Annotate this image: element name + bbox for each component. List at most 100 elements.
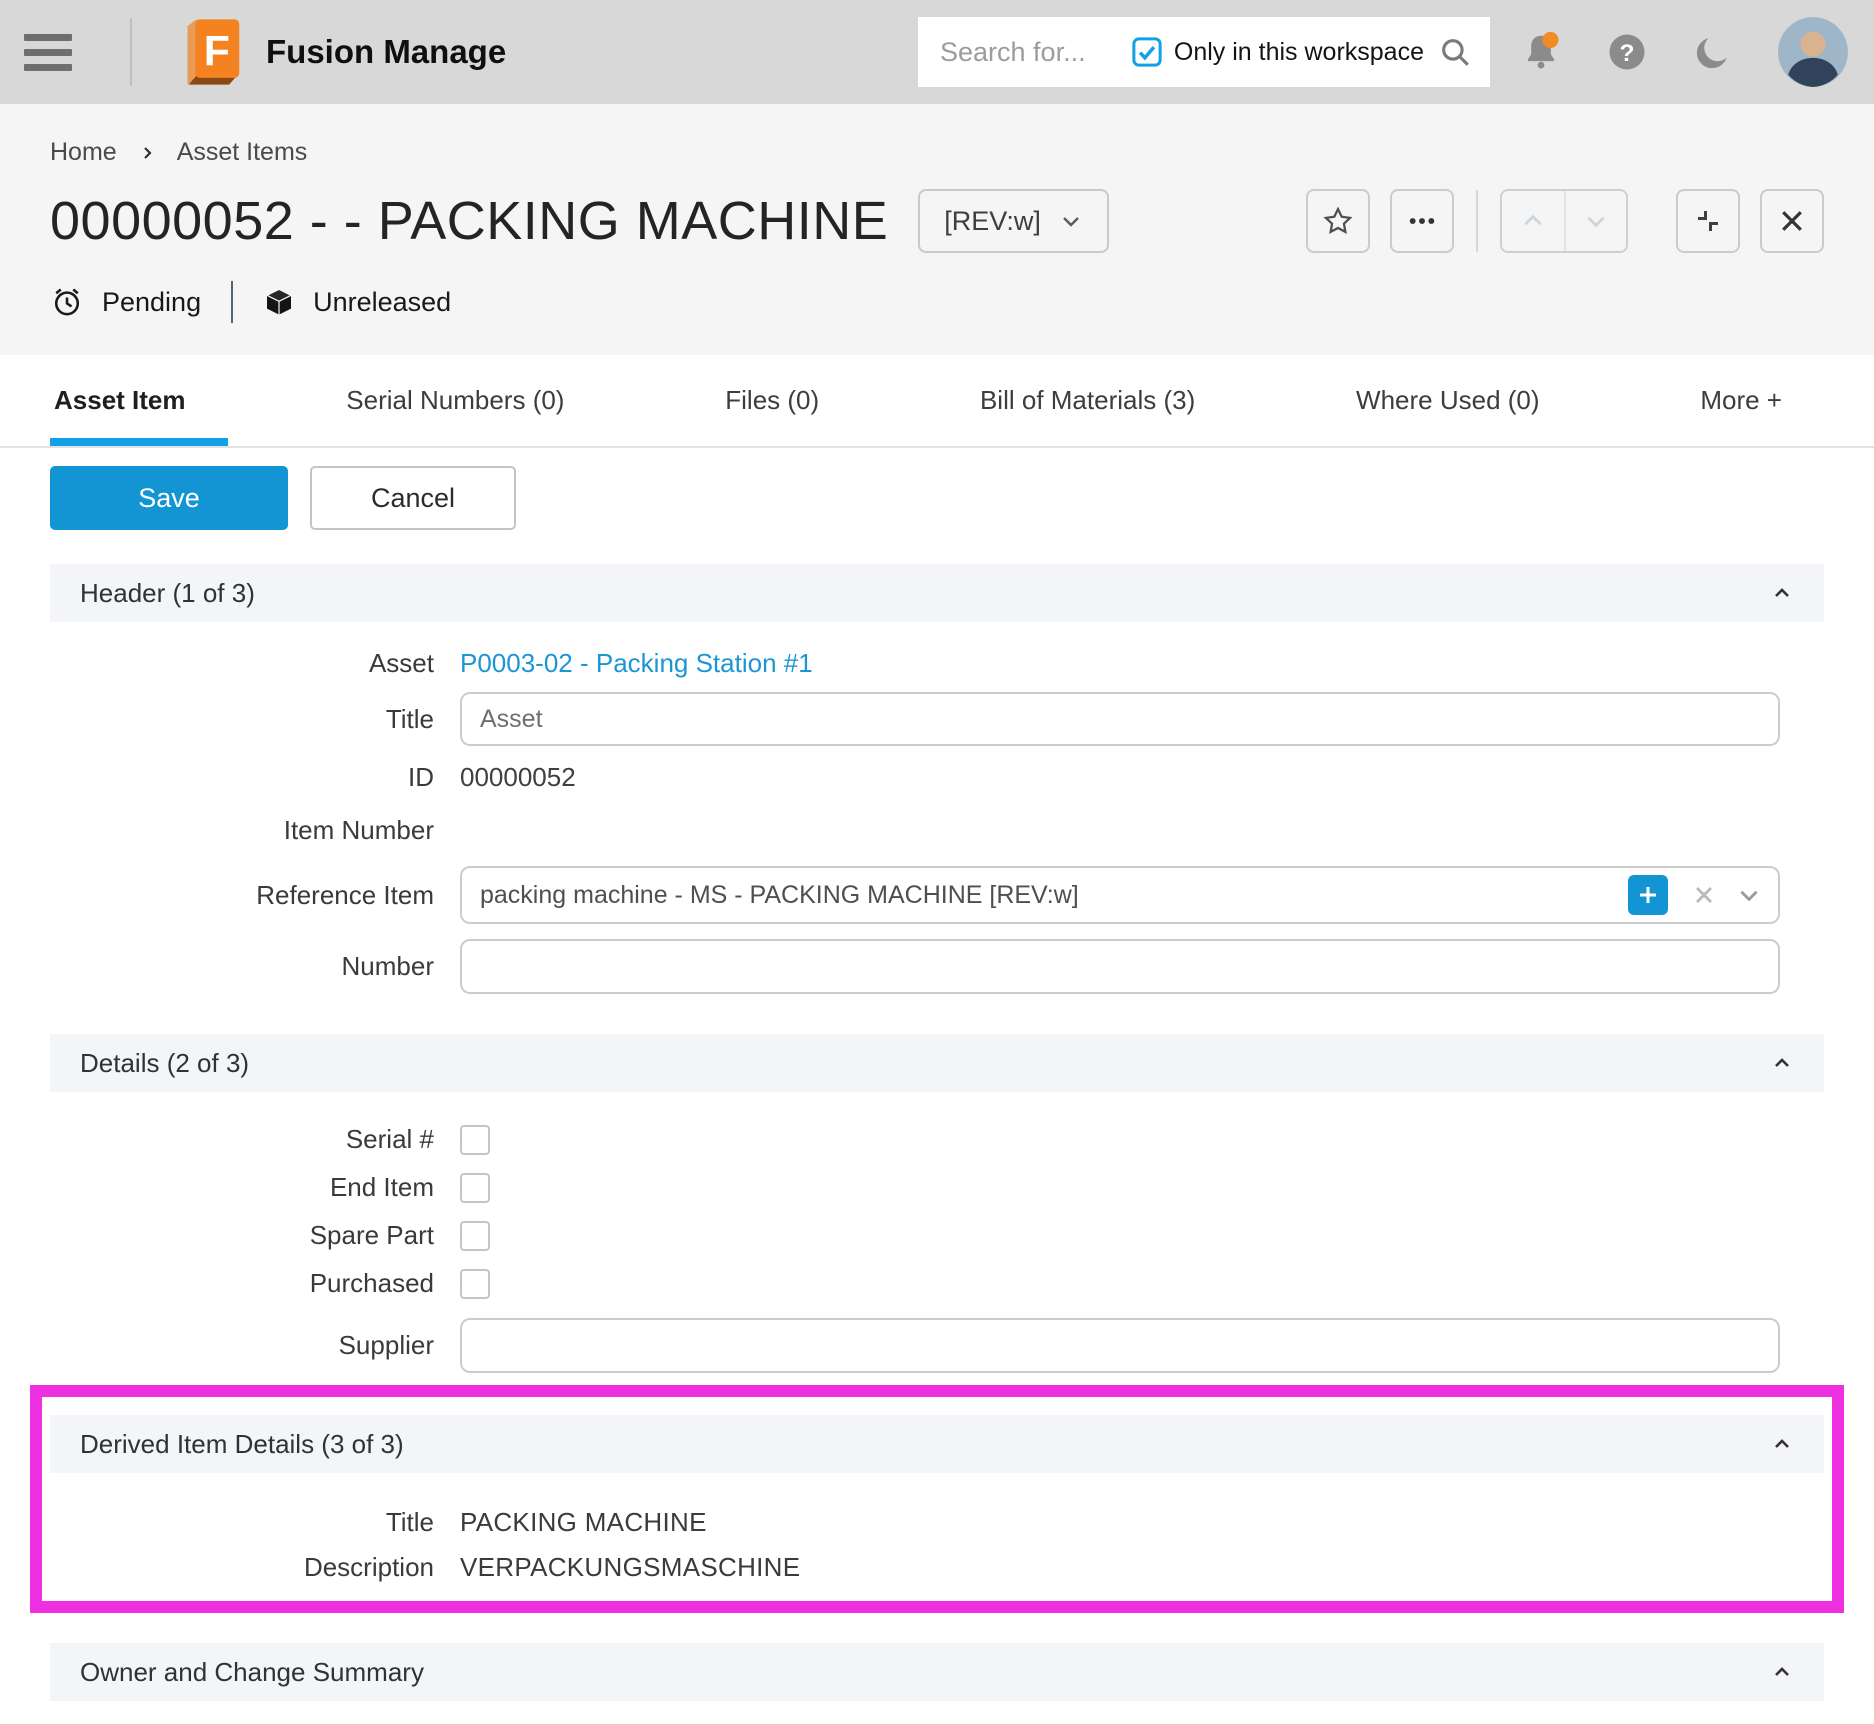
- tab-serial-numbers[interactable]: Serial Numbers (0): [304, 355, 606, 446]
- notifications-bell-icon[interactable]: [1520, 30, 1562, 74]
- breadcrumb-home[interactable]: Home: [50, 138, 117, 167]
- svg-text:F: F: [204, 28, 230, 76]
- chevron-up-icon[interactable]: [1770, 1660, 1794, 1684]
- breadcrumb-asset-items[interactable]: Asset Items: [177, 138, 308, 167]
- search-scope-label: Only in this workspace: [1174, 38, 1424, 67]
- section-header-band[interactable]: Header (1 of 3): [50, 564, 1824, 622]
- page-header: Home Asset Items 00000052 - - PACKING MA…: [0, 104, 1874, 355]
- breadcrumb-chevron-icon: [139, 145, 155, 161]
- close-button[interactable]: [1760, 189, 1824, 253]
- tab-asset-item[interactable]: Asset Item: [50, 355, 228, 446]
- search-icon[interactable]: [1438, 35, 1472, 69]
- page-title: 00000052 - - PACKING MACHINE: [50, 190, 888, 252]
- number-label: Number: [50, 951, 460, 982]
- id-label: ID: [50, 762, 460, 793]
- asset-link[interactable]: P0003-02 - Packing Station #1: [460, 648, 813, 678]
- app-title: Fusion Manage: [266, 33, 506, 71]
- revision-dropdown[interactable]: [REV:w]: [918, 189, 1109, 253]
- item-number-label: Item Number: [50, 815, 460, 846]
- revision-label: [REV:w]: [944, 206, 1041, 237]
- section-owner-band[interactable]: Owner and Change Summary: [50, 1643, 1824, 1701]
- chevron-up-icon[interactable]: [1770, 1432, 1794, 1456]
- unreleased-package-icon: [263, 286, 295, 318]
- add-reference-button[interactable]: [1628, 875, 1668, 915]
- purchased-checkbox-label: Purchased: [50, 1268, 460, 1299]
- search-box: Only in this workspace: [918, 17, 1490, 87]
- help-icon[interactable]: ?: [1606, 31, 1648, 73]
- supplier-label: Supplier: [50, 1330, 460, 1361]
- reference-dropdown-button[interactable]: [1736, 882, 1762, 908]
- purchased-checkbox[interactable]: [460, 1269, 490, 1299]
- star-icon: [1321, 204, 1355, 238]
- title-label: Title: [50, 704, 460, 735]
- ellipsis-icon: [1406, 205, 1438, 237]
- spare-part-checkbox[interactable]: [460, 1221, 490, 1251]
- breadcrumb: Home Asset Items: [50, 138, 1824, 167]
- chevron-up-icon[interactable]: [1770, 1051, 1794, 1075]
- supplier-input[interactable]: [460, 1318, 1780, 1373]
- serial-checkbox-label: Serial #: [50, 1124, 460, 1155]
- tab-bill-of-materials[interactable]: Bill of Materials (3): [938, 355, 1237, 446]
- derived-description-label: Description: [50, 1552, 460, 1583]
- section-owner-change-summary: Owner and Change Summary: [50, 1643, 1824, 1701]
- lifecycle-status: Pending: [102, 287, 201, 318]
- plus-icon: [1636, 883, 1660, 907]
- collapse-view-button[interactable]: [1676, 189, 1740, 253]
- cancel-button[interactable]: Cancel: [310, 466, 516, 530]
- pending-clock-icon: [50, 285, 84, 319]
- status-divider: [231, 281, 233, 323]
- section-derived-band[interactable]: Derived Item Details (3 of 3): [50, 1415, 1824, 1473]
- bookmark-star-button[interactable]: [1306, 189, 1370, 253]
- reference-item-value: packing machine - MS - PACKING MACHINE […: [480, 881, 1628, 910]
- section-details-2of3: Details (2 of 3) Serial # End Item Spare…: [50, 1034, 1824, 1385]
- derived-title-value: PACKING MACHINE: [460, 1507, 707, 1538]
- save-button[interactable]: Save: [50, 466, 288, 530]
- search-input[interactable]: [938, 36, 1132, 69]
- tab-where-used[interactable]: Where Used (0): [1314, 355, 1582, 446]
- number-input[interactable]: [460, 939, 1780, 994]
- clear-x-icon: [1692, 883, 1716, 907]
- topbar-divider: [130, 18, 132, 86]
- tab-more[interactable]: More +: [1658, 355, 1824, 446]
- chevron-up-icon: [1520, 208, 1546, 234]
- clear-reference-button[interactable]: [1692, 883, 1716, 907]
- section-title: Owner and Change Summary: [80, 1657, 424, 1688]
- chevron-up-icon[interactable]: [1770, 581, 1794, 605]
- close-icon: [1777, 206, 1807, 236]
- more-actions-button[interactable]: [1390, 189, 1454, 253]
- section-title: Details (2 of 3): [80, 1048, 249, 1079]
- end-item-checkbox[interactable]: [460, 1173, 490, 1203]
- end-item-checkbox-label: End Item: [50, 1172, 460, 1203]
- title-input[interactable]: [460, 692, 1780, 746]
- reference-item-label: Reference Item: [50, 880, 460, 911]
- chevron-down-icon: [1583, 208, 1609, 234]
- hamburger-menu-icon[interactable]: [24, 34, 72, 71]
- dark-mode-moon-icon[interactable]: [1692, 31, 1734, 73]
- asset-label: Asset: [50, 648, 460, 679]
- id-value: 00000052: [460, 762, 1780, 793]
- previous-record-button[interactable]: [1502, 191, 1564, 251]
- svg-text:?: ?: [1620, 40, 1635, 67]
- fusion-logo-icon: F: [174, 16, 246, 88]
- top-bar: F Fusion Manage Only in this workspace ?: [0, 0, 1874, 104]
- user-avatar[interactable]: [1778, 17, 1848, 87]
- collapse-icon: [1693, 206, 1723, 236]
- derived-description-value: VERPACKUNGSMASCHINE: [460, 1552, 800, 1583]
- derived-title-label: Title: [50, 1507, 460, 1538]
- workspace-checkbox-checked-icon[interactable]: [1132, 37, 1162, 67]
- section-title: Derived Item Details (3 of 3): [80, 1429, 404, 1460]
- chevron-down-icon: [1059, 209, 1083, 233]
- spare-part-checkbox-label: Spare Part: [50, 1220, 460, 1251]
- record-navigation: [1500, 189, 1628, 253]
- actions-divider: [1476, 190, 1478, 252]
- section-title: Header (1 of 3): [80, 578, 255, 609]
- chevron-down-icon: [1736, 882, 1762, 908]
- section-details-band[interactable]: Details (2 of 3): [50, 1034, 1824, 1092]
- release-status: Unreleased: [313, 287, 451, 318]
- serial-checkbox[interactable]: [460, 1125, 490, 1155]
- tab-bar: Asset Item Serial Numbers (0) Files (0) …: [0, 355, 1874, 448]
- reference-item-field[interactable]: packing machine - MS - PACKING MACHINE […: [460, 866, 1780, 924]
- highlight-annotation-box: Derived Item Details (3 of 3) Title PACK…: [30, 1385, 1844, 1613]
- tab-files[interactable]: Files (0): [683, 355, 861, 446]
- next-record-button[interactable]: [1564, 191, 1626, 251]
